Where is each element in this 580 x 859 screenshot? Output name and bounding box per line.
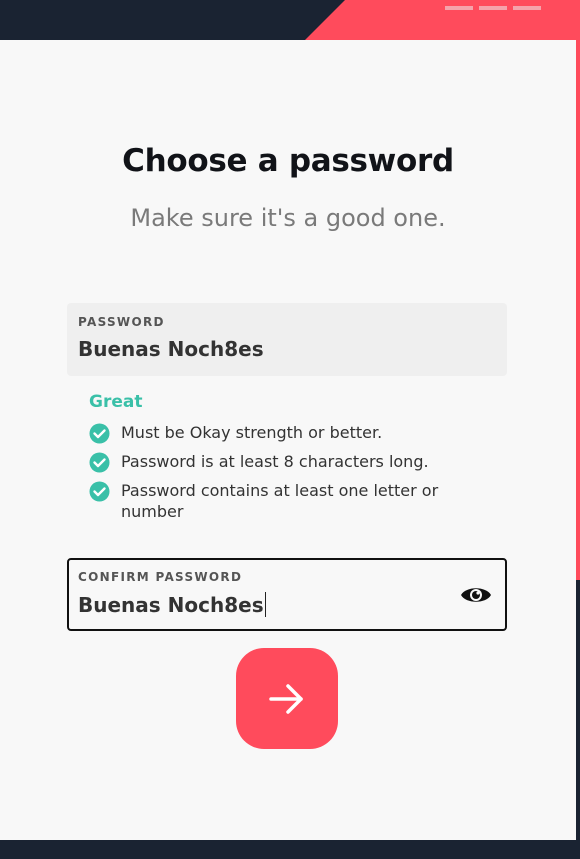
progress-step [445, 6, 473, 10]
rule-item: Must be Okay strength or better. [89, 422, 499, 444]
rule-item: Password contains at least one letter or… [89, 480, 499, 522]
page-title: Choose a password [122, 143, 454, 179]
password-card: Choose a password Make sure it's a good … [0, 40, 576, 840]
page-subtitle: Make sure it's a good one. [130, 204, 446, 232]
rule-text: Password contains at least one letter or… [121, 481, 439, 521]
confirm-password-label: CONFIRM PASSWORD [78, 570, 243, 584]
rule-item: Password is at least 8 characters long. [89, 451, 499, 473]
check-circle-icon [89, 452, 110, 473]
password-field[interactable]: PASSWORD Buenas Noch8es [67, 303, 507, 376]
confirm-password-value: Buenas Noch8es [78, 593, 264, 617]
text-caret [264, 592, 266, 617]
password-input[interactable]: Buenas Noch8es [78, 337, 264, 361]
progress-step [513, 6, 541, 10]
progress-step [479, 6, 507, 10]
rule-text: Must be Okay strength or better. [121, 423, 383, 442]
confirm-password-input[interactable]: Buenas Noch8es [78, 592, 266, 617]
check-circle-icon [89, 423, 110, 444]
arrow-right-icon [269, 683, 303, 714]
password-label: PASSWORD [78, 315, 165, 329]
strength-label: Great [89, 392, 143, 412]
password-rules: Must be Okay strength or better. Passwor… [89, 422, 499, 530]
confirm-password-field[interactable]: CONFIRM PASSWORD Buenas Noch8es [67, 558, 507, 631]
progress-indicator [445, 6, 541, 10]
submit-button[interactable] [236, 648, 338, 749]
check-circle-icon [89, 481, 110, 502]
rule-text: Password is at least 8 characters long. [121, 452, 429, 471]
eye-icon[interactable] [460, 584, 492, 606]
